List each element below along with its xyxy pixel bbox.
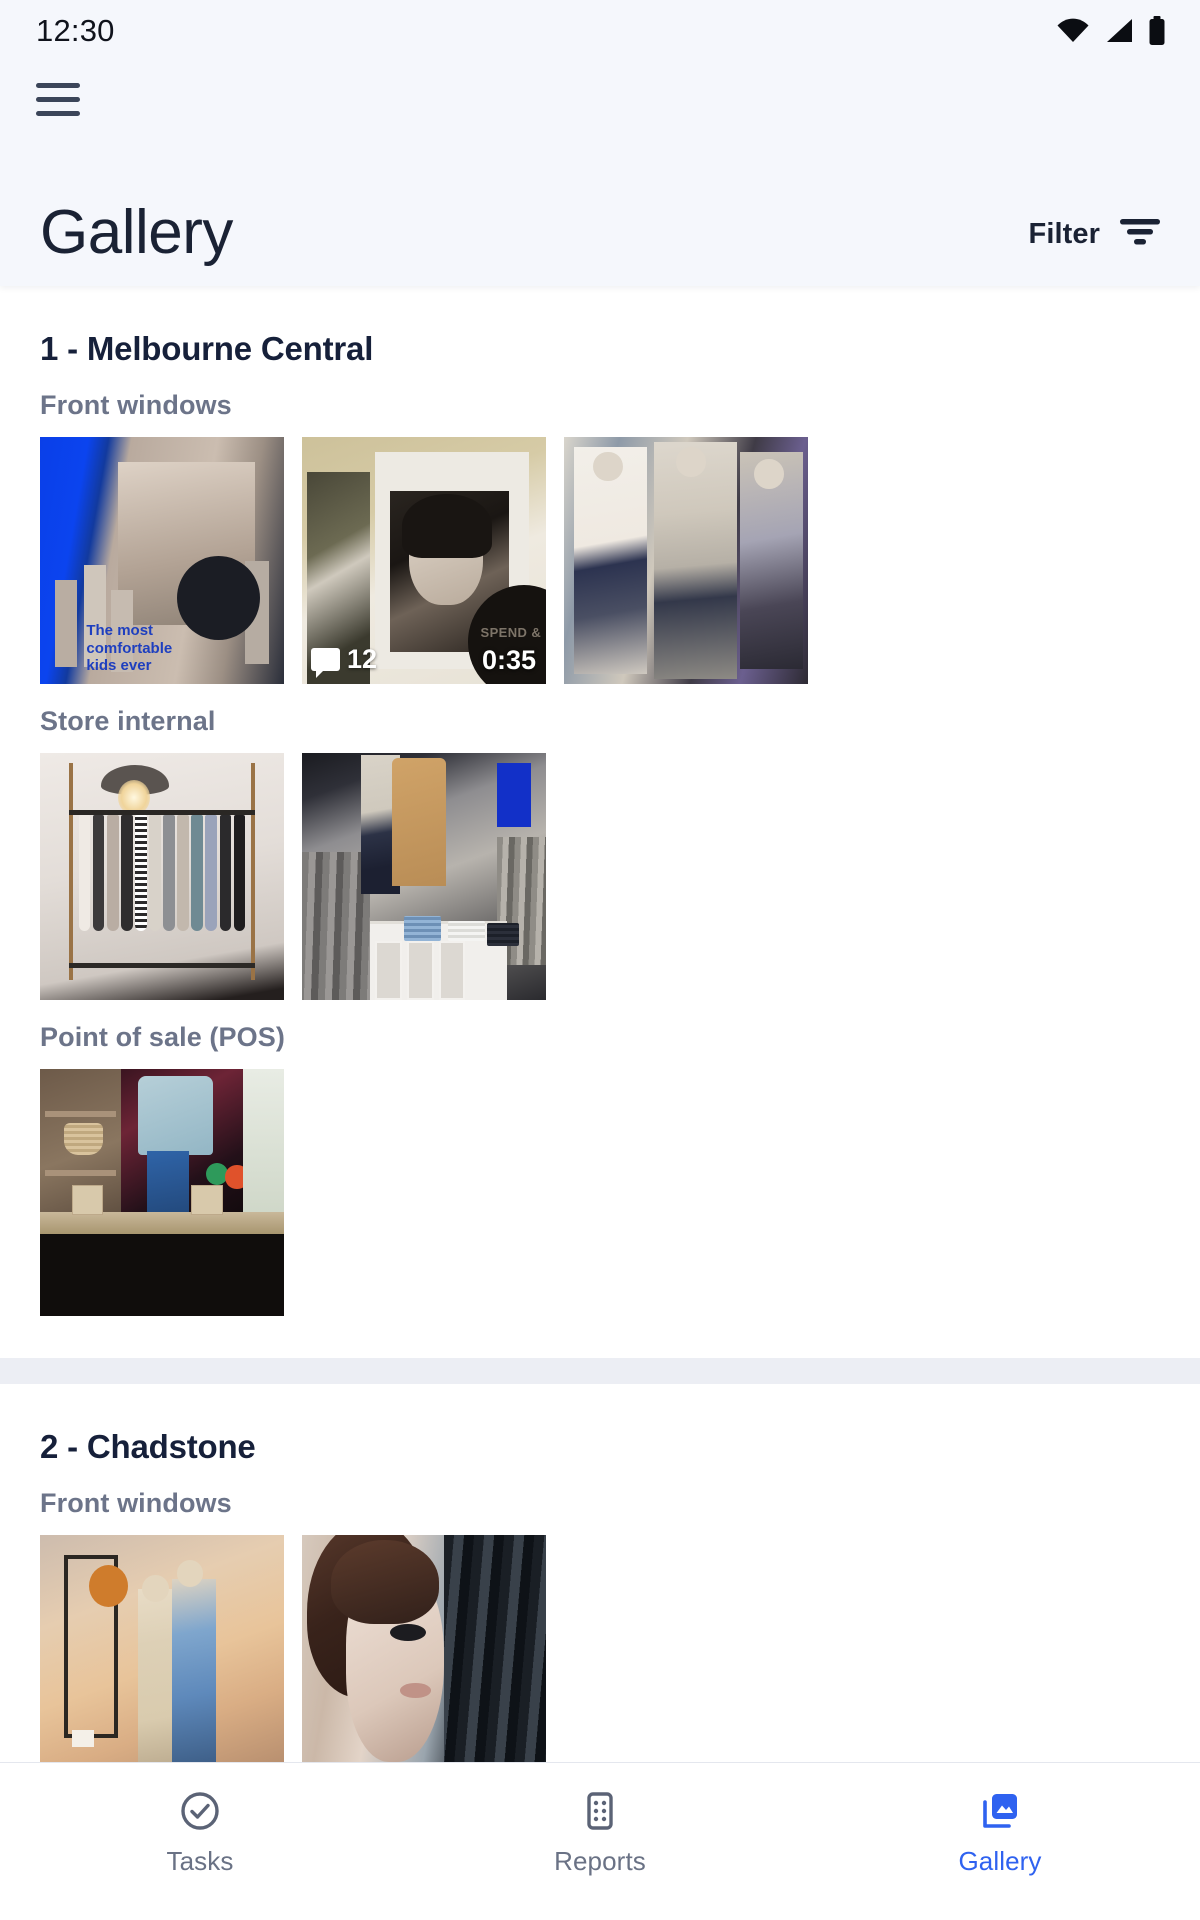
thumbnail-row: The most comfortable kids ever SPEND & 12 [0, 437, 1200, 684]
comment-count-label: 12 [347, 644, 378, 674]
status-bar-time: 12:30 [36, 13, 115, 48]
filter-button-label: Filter [1028, 218, 1100, 250]
category-label: Front windows [40, 1488, 232, 1518]
bottom-navigation-bar: Tasks Reports Gallery [0, 1762, 1200, 1920]
nav-item-tasks[interactable]: Tasks [0, 1789, 400, 1877]
gallery-thumbnail[interactable] [40, 1535, 284, 1762]
battery-icon [1148, 16, 1166, 46]
comment-count-badge: 12 [311, 644, 378, 678]
category-label: Point of sale (POS) [40, 1022, 285, 1052]
gallery-thumbnail[interactable] [40, 1069, 284, 1316]
wifi-icon [1056, 18, 1090, 44]
category-label: Store internal [40, 706, 216, 736]
thumbnail-image [564, 437, 808, 684]
gallery-thumbnail[interactable] [302, 1535, 546, 1762]
thumbnail-image [302, 1535, 546, 1762]
category-label: Front windows [40, 390, 232, 420]
thumbnail-image [302, 753, 546, 1000]
report-list-icon [578, 1789, 622, 1833]
gallery-thumbnail[interactable] [564, 437, 808, 684]
page-title: Gallery [40, 198, 233, 267]
status-bar: 12:30 [0, 0, 1200, 62]
store-title: 1 - Melbourne Central [40, 330, 374, 367]
nav-item-gallery[interactable]: Gallery [800, 1789, 1200, 1877]
gallery-scroll-content[interactable]: 1 - Melbourne Central Front windows The … [0, 286, 1200, 1762]
gallery-thumbnail[interactable] [302, 753, 546, 1000]
thumbnail-image [40, 1069, 284, 1316]
store-title: 2 - Chadstone [40, 1428, 256, 1465]
section-divider [0, 1358, 1200, 1384]
thumbnail-image [40, 1535, 284, 1762]
hamburger-menu-icon[interactable] [36, 76, 92, 122]
gallery-image-icon [978, 1789, 1022, 1833]
cellular-signal-icon [1104, 18, 1134, 44]
thumbnail-row [0, 1535, 1200, 1762]
thumbnail-image: The most comfortable kids ever [40, 437, 284, 684]
app-bar [0, 62, 1200, 136]
store-section: 1 - Melbourne Central Front windows The … [0, 286, 1200, 1358]
gallery-thumbnail[interactable] [40, 753, 284, 1000]
title-row: Gallery Filter [0, 136, 1200, 286]
thumbnail-row [0, 753, 1200, 1000]
gallery-screen: 12:30 Gallery Filter 1 - Melbourne Centr… [0, 0, 1200, 1920]
nav-item-reports[interactable]: Reports [400, 1789, 800, 1877]
filter-button[interactable]: Filter [1029, 215, 1163, 286]
nav-label-gallery: Gallery [958, 1846, 1042, 1876]
check-circle-icon [178, 1789, 222, 1833]
nav-label-reports: Reports [554, 1846, 646, 1876]
gallery-thumbnail[interactable]: SPEND & 12 0:35 [302, 437, 546, 684]
store-section: 2 - Chadstone Front windows [0, 1384, 1200, 1762]
nav-label-tasks: Tasks [166, 1846, 234, 1876]
gallery-thumbnail[interactable]: The most comfortable kids ever [40, 437, 284, 684]
status-bar-icons [1056, 16, 1166, 46]
thumbnail-image [40, 753, 284, 1000]
video-duration-badge: 0:35 [481, 645, 536, 675]
filter-icon [1118, 215, 1162, 254]
thumbnail-row [0, 1069, 1200, 1316]
comment-bubble-icon [311, 648, 340, 678]
header-zone: 12:30 Gallery Filter [0, 0, 1200, 286]
